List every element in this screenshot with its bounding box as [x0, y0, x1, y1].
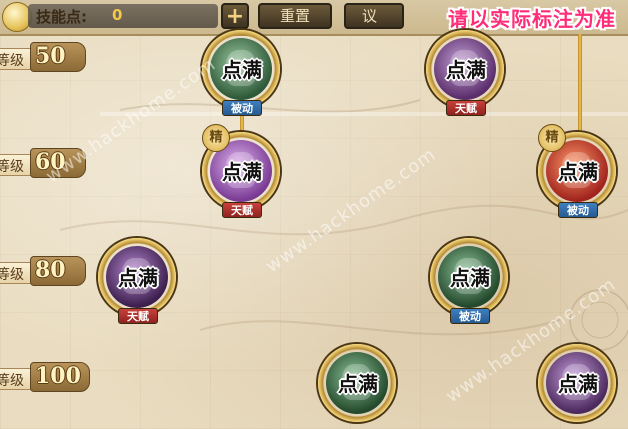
map-background — [59, 99, 628, 351]
level-tag-100: 等级 100 — [0, 362, 90, 392]
maxed-label: 点满 — [338, 372, 378, 396]
level-number: 50 — [35, 43, 66, 69]
level-word: 等级 — [0, 159, 24, 175]
skill-type-badge: 被动 — [450, 308, 490, 324]
maxed-label: 点满 — [558, 160, 598, 184]
level-tag-50: 等级 50 — [0, 42, 90, 72]
node-lv100-right[interactable]: 点满 — [536, 342, 620, 426]
skill-tree-screen: 技能点: 0 + 重置 议 请以实际标注为准 等级 50 等级 60 等级 80… — [0, 0, 628, 429]
level-number-badge: 80 — [30, 256, 86, 286]
level-tag-80: 等级 80 — [0, 256, 90, 286]
level-number: 80 — [35, 257, 66, 283]
watermark-text: www.hackhome.com — [262, 143, 440, 278]
node-lv100-mid[interactable]: 点满 — [316, 342, 400, 426]
node-lv60-right[interactable]: 点满 被动 精 — [536, 124, 620, 218]
skill-type-badge: 天赋 — [222, 202, 262, 218]
maxed-label: 点满 — [558, 372, 598, 396]
node-lv80-right[interactable]: 点满 被动 — [428, 236, 512, 324]
skill-type-badge: 天赋 — [446, 100, 486, 116]
watermark-text: www.hackhome.com — [42, 53, 220, 188]
level-word: 等级 — [0, 373, 24, 389]
skill-type-badge: 被动 — [222, 100, 262, 116]
level-word: 等级 — [0, 53, 24, 69]
add-skill-points-button[interactable]: + — [221, 3, 249, 29]
reset-button[interactable]: 重置 — [258, 3, 332, 29]
notice-overlay-text: 请以实际标注为准 — [448, 7, 616, 31]
level-number: 100 — [35, 363, 81, 389]
skill-type-badge: 天赋 — [118, 308, 158, 324]
refine-icon: 精 — [538, 124, 566, 152]
top-bar: 技能点: 0 + 重置 议 请以实际标注为准 — [0, 0, 628, 36]
maxed-label: 点满 — [222, 160, 262, 184]
level-number-badge: 50 — [30, 42, 86, 72]
maxed-label: 点满 — [446, 58, 486, 82]
node-lv80-left[interactable]: 点满 天赋 — [96, 236, 180, 324]
skill-points-value: 0 — [112, 6, 123, 24]
refine-icon: 精 — [202, 124, 230, 152]
node-lv50-right[interactable]: 点满 天赋 — [424, 28, 508, 116]
maxed-label: 点满 — [118, 266, 158, 290]
connector-line — [578, 34, 582, 134]
node-lv60-left[interactable]: 点满 天赋 精 — [200, 124, 284, 218]
level-number-badge: 100 — [30, 362, 90, 392]
level-word: 等级 — [0, 267, 24, 283]
skill-points-label: 技能点: — [36, 8, 87, 26]
skill-type-badge: 被动 — [558, 202, 598, 218]
maxed-label: 点满 — [450, 266, 490, 290]
